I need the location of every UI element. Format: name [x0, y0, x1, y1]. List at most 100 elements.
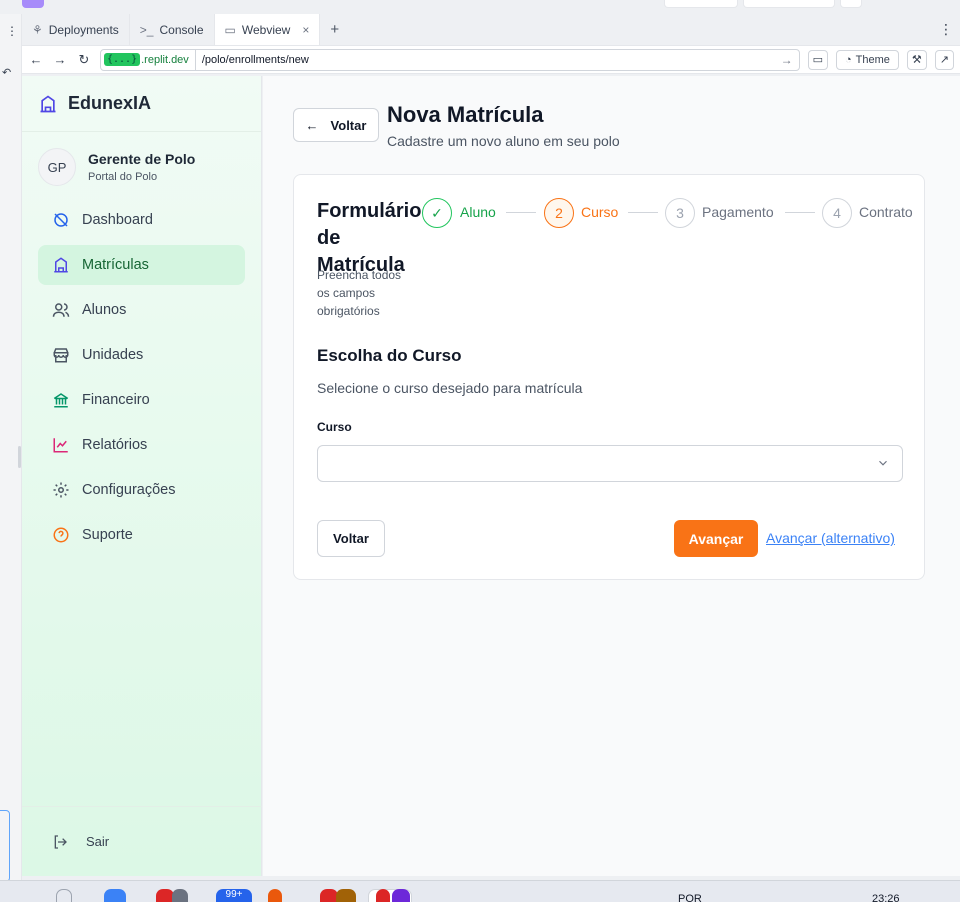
devtools-button[interactable]: ⚒: [906, 49, 927, 70]
sidebar-item-label: Financeiro: [82, 392, 150, 408]
step-connector: [628, 212, 658, 213]
step-connector: [506, 212, 536, 213]
step-1-label: Aluno: [460, 204, 496, 220]
taskbar-app-icon[interactable]: [172, 889, 188, 902]
webview-url-bar: ← → ↻ {...} .replit.dev /polo/enrollment…: [22, 46, 960, 74]
refresh-icon[interactable]: ↶: [2, 66, 11, 79]
form-back-button[interactable]: Voltar: [317, 520, 385, 557]
more-icon[interactable]: ⋮: [932, 14, 960, 45]
url-field[interactable]: {...} .replit.dev /polo/enrollments/new …: [100, 48, 800, 71]
step-3-label: Pagamento: [702, 204, 774, 220]
avatar: GP: [38, 148, 76, 186]
toolbar-button-fragment[interactable]: [664, 0, 738, 8]
open-external-button[interactable]: ↗: [934, 49, 954, 70]
page-title: Nova Matrícula: [387, 102, 544, 127]
panel-frame: [0, 810, 10, 882]
form-description: Preencha todos os campos obrigatórios: [317, 268, 402, 318]
user-name: Gerente de Polo: [88, 151, 196, 167]
url-path[interactable]: /polo/enrollments/new: [196, 54, 781, 66]
arrow-left-icon: ←: [305, 117, 319, 133]
url-badge: {...}: [104, 53, 141, 66]
taskbar-search-icon[interactable]: [56, 889, 72, 902]
course-select[interactable]: [317, 445, 903, 482]
sidebar-item-matriculas[interactable]: Matrículas: [38, 245, 245, 285]
theme-button[interactable]: ◔ Theme: [836, 49, 899, 70]
tab-console[interactable]: >_ Console: [130, 14, 215, 45]
tab-label: Console: [159, 22, 204, 37]
toolbar-button-fragment[interactable]: [743, 0, 835, 8]
taskbar-app-icon[interactable]: [376, 889, 390, 902]
help-icon: [53, 527, 69, 543]
theme-label: Theme: [855, 53, 890, 66]
forward-arrow-icon[interactable]: →: [52, 52, 68, 67]
logout-label: Sair: [86, 834, 110, 849]
taskbar-calendar-icon[interactable]: [104, 889, 126, 902]
tree-icon: ⚘: [32, 22, 43, 37]
sidebar-item-financeiro[interactable]: Financeiro: [38, 380, 245, 420]
app-icon-fragment: [22, 0, 44, 8]
store-icon: [53, 348, 69, 363]
next-alternative-link[interactable]: Avançar (alternativo): [766, 530, 895, 546]
taskbar-app-icon[interactable]: [268, 889, 282, 902]
step-4-label: Contrato: [859, 204, 913, 220]
terminal-icon: >_: [139, 22, 154, 37]
app-sidebar: EdunexIA GP Gerente de Polo Portal do Po…: [22, 76, 262, 876]
step-1-check-icon: ✓: [422, 198, 452, 228]
workspace-gutter: ⋮ ↶: [0, 14, 22, 882]
logout-button[interactable]: Sair: [22, 806, 262, 876]
sidebar-item-dashboard[interactable]: Dashboard: [38, 200, 245, 240]
user-role: Portal do Polo: [88, 171, 158, 183]
devices-button[interactable]: ▭: [807, 49, 828, 70]
building-icon: [40, 94, 56, 112]
tab-deployments[interactable]: ⚘ Deployments: [22, 14, 130, 45]
back-button[interactable]: ← Voltar: [293, 108, 379, 142]
chevron-down-icon: [879, 460, 887, 466]
stepper: ✓ Aluno 2 Curso 3 Pagamento 4 Contrato: [422, 198, 922, 228]
external-link-icon: ↗: [939, 54, 949, 66]
user-profile: GP Gerente de Polo Portal do Polo: [22, 132, 261, 192]
tab-webview[interactable]: ▭ Webview ×: [214, 14, 321, 45]
url-domain: .replit.dev: [141, 49, 196, 70]
sidebar-item-suporte[interactable]: Suporte: [38, 515, 245, 555]
tab-label: Webview: [241, 22, 291, 37]
page-subtitle: Cadastre um novo aluno em seu polo: [387, 133, 620, 149]
os-top-strip: [0, 0, 960, 14]
taskbar-language[interactable]: POR: [678, 893, 702, 902]
monitor-icon: ▭: [812, 54, 823, 66]
more-icon[interactable]: ⋮: [6, 24, 18, 38]
back-button-label: Voltar: [330, 117, 367, 133]
wrench-icon: ⚒: [911, 54, 922, 66]
sidebar-item-relatorios[interactable]: Relatórios: [38, 425, 245, 465]
sidebar-item-label: Alunos: [82, 302, 127, 318]
course-label: Curso: [317, 420, 352, 434]
step-3-number: 3: [665, 198, 695, 228]
close-icon[interactable]: ×: [302, 23, 309, 37]
building-icon: [54, 257, 68, 273]
reload-icon[interactable]: ↻: [76, 52, 92, 68]
sidebar-item-alunos[interactable]: Alunos: [38, 290, 245, 330]
brand[interactable]: EdunexIA: [22, 76, 261, 132]
new-tab-button[interactable]: +: [320, 14, 349, 45]
step-connector: [785, 212, 815, 213]
sidebar-item-label: Suporte: [82, 527, 133, 543]
go-arrow-icon[interactable]: →: [781, 53, 793, 67]
toolbar-button-fragment[interactable]: [840, 0, 862, 8]
users-icon: [52, 303, 70, 317]
sidebar-item-configuracoes[interactable]: Configurações: [38, 470, 245, 510]
bank-icon: [53, 393, 69, 408]
taskbar-app-icon[interactable]: [392, 889, 410, 902]
palette-icon: ◔: [845, 53, 852, 66]
monitor-icon: ▭: [224, 22, 236, 37]
sidebar-nav: Dashboard Matrículas Alunos Unidades Fin…: [22, 192, 261, 555]
taskbar-clock[interactable]: 23:26: [872, 893, 900, 902]
sidebar-item-unidades[interactable]: Unidades: [38, 335, 245, 375]
next-button[interactable]: Avançar: [674, 520, 758, 557]
resize-handle[interactable]: [18, 446, 21, 468]
sidebar-item-label: Dashboard: [82, 212, 153, 228]
back-arrow-icon[interactable]: ←: [28, 52, 44, 67]
taskbar-mail-badge[interactable]: 99+: [216, 889, 252, 902]
section-title: Escolha do Curso: [317, 346, 462, 365]
sidebar-item-label: Matrículas: [82, 257, 149, 273]
taskbar-app-icon[interactable]: [336, 889, 356, 902]
step-2-label: Curso: [581, 204, 619, 220]
